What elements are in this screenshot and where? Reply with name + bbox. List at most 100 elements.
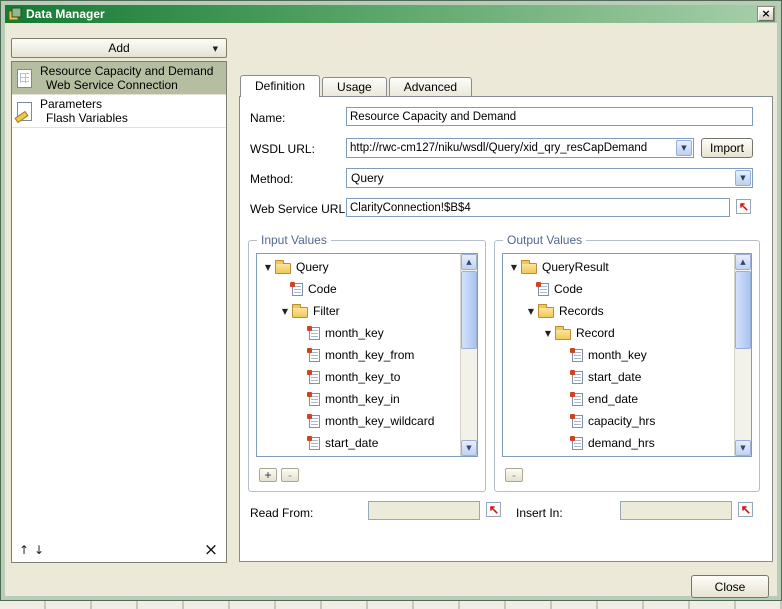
tree-item-label: month_key_wildcard	[325, 414, 434, 428]
add-dropdown-arrow-icon: ▼	[213, 45, 218, 53]
field-icon	[309, 393, 320, 406]
dialog-body: Add ▼ Resource Capacity and DemandWeb Se…	[5, 23, 777, 596]
import-button[interactable]: Import	[701, 138, 753, 158]
tree-item-Records[interactable]: ▼ Records	[503, 300, 734, 322]
titlebar[interactable]: Data Manager ×	[5, 5, 777, 23]
output-values-title: Output Values	[503, 233, 586, 247]
read-from-label: Read From:	[250, 506, 313, 520]
tree-item-Record[interactable]: ▼ Record	[503, 322, 734, 344]
field-icon	[292, 283, 303, 296]
tree-item-start_date[interactable]: start_date	[257, 432, 460, 454]
field-icon	[309, 371, 320, 384]
folder-icon	[538, 307, 554, 318]
tree-item-Code[interactable]: Code	[503, 278, 734, 300]
scroll-up-icon[interactable]: ▲	[735, 254, 751, 270]
data-source-list: Resource Capacity and DemandWeb Service …	[11, 61, 227, 563]
tree-item-month_key_to[interactable]: month_key_to	[257, 366, 460, 388]
tree-item-label: end_date	[588, 392, 638, 406]
tree-item-month_key[interactable]: month_key	[257, 322, 460, 344]
tree-item-month_key[interactable]: month_key	[503, 344, 734, 366]
data-source-icon	[16, 101, 34, 122]
add-input-value-button[interactable]: +	[259, 468, 277, 482]
input-values-group: Input Values ▼QueryCode▼Filtermonth_keym…	[248, 240, 486, 492]
app-icon	[8, 7, 22, 21]
tree-item-demand_hrs[interactable]: demand_hrs	[503, 432, 734, 454]
name-label: Name:	[250, 111, 285, 125]
web-service-url-input[interactable]	[346, 198, 730, 217]
insert-in-cell-picker-icon[interactable]	[738, 502, 753, 517]
collapse-arrow-icon[interactable]: ▼	[541, 329, 555, 338]
remove-output-value-button[interactable]: -	[505, 468, 523, 482]
insert-in-input[interactable]	[620, 501, 732, 520]
folder-icon	[292, 307, 308, 318]
collapse-arrow-icon[interactable]: ▼	[507, 263, 521, 272]
data-source-text: ParametersFlash Variables	[40, 97, 128, 125]
input-tree-scrollbar[interactable]: ▲ ▼	[460, 254, 477, 456]
wsdl-url-label: WSDL URL:	[250, 142, 315, 156]
field-icon	[572, 437, 583, 450]
scroll-up-icon[interactable]: ▲	[461, 254, 477, 270]
data-manager-window: Data Manager × Add ▼ Resource Capacity a…	[0, 0, 782, 601]
field-icon	[572, 393, 583, 406]
tree-item-label: Record	[576, 326, 615, 340]
move-down-button[interactable]: ↓	[32, 543, 46, 558]
name-input[interactable]	[346, 107, 753, 126]
collapse-arrow-icon[interactable]: ▼	[278, 307, 292, 316]
tree-item-start_date[interactable]: start_date	[503, 366, 734, 388]
tree-item-label: QueryResult	[542, 260, 609, 274]
tab-advanced[interactable]: Advanced	[389, 77, 472, 96]
web-service-url-cell-picker-icon[interactable]	[736, 199, 751, 214]
field-icon	[572, 349, 583, 362]
collapse-arrow-icon[interactable]: ▼	[524, 307, 538, 316]
scroll-down-icon[interactable]: ▼	[461, 440, 477, 456]
close-button[interactable]: Close	[691, 575, 769, 598]
tab-definition[interactable]: Definition	[240, 75, 320, 97]
tab-usage[interactable]: Usage	[322, 77, 387, 96]
remove-input-value-button[interactable]: -	[281, 468, 299, 482]
tree-item-end_date[interactable]: end_date	[503, 388, 734, 410]
output-values-group: Output Values ▼QueryResultCode▼Records▼R…	[494, 240, 760, 492]
wsdl-dropdown-arrow-icon[interactable]: ▼	[676, 140, 692, 156]
delete-item-button[interactable]: ×	[203, 543, 219, 559]
tree-item-Query[interactable]: ▼ Query	[257, 256, 460, 278]
data-source-item[interactable]: ParametersFlash Variables	[12, 95, 226, 128]
insert-in-label: Insert In:	[516, 506, 563, 520]
read-from-cell-picker-icon[interactable]	[486, 502, 501, 517]
output-tree-scrollbar[interactable]: ▲ ▼	[734, 254, 751, 456]
collapse-arrow-icon[interactable]: ▼	[261, 263, 275, 272]
tree-item-month_key_in[interactable]: month_key_in	[257, 388, 460, 410]
tree-item-label: month_key_in	[325, 392, 400, 406]
tab-bar: DefinitionUsageAdvanced	[240, 74, 472, 96]
input-values-title: Input Values	[257, 233, 331, 247]
scrollbar-thumb[interactable]	[461, 271, 477, 349]
method-select[interactable]: Query ▼	[346, 168, 753, 188]
data-source-item[interactable]: Resource Capacity and DemandWeb Service …	[12, 62, 226, 95]
window-title: Data Manager	[26, 7, 105, 21]
read-from-input[interactable]	[368, 501, 480, 520]
tree-item-label: Filter	[313, 304, 340, 318]
tree-item-Code[interactable]: Code	[257, 278, 460, 300]
tree-item-label: Records	[559, 304, 604, 318]
wsdl-url-combobox[interactable]: ▼	[346, 138, 694, 158]
tree-item-label: capacity_hrs	[588, 414, 655, 428]
tree-item-capacity_hrs[interactable]: capacity_hrs	[503, 410, 734, 432]
input-values-tree: ▼ Query Code ▼ Filter month_key month_key_from…	[256, 253, 478, 457]
move-up-button[interactable]: ↑	[17, 543, 31, 558]
tree-item-label: month_key	[325, 326, 384, 340]
window-close-button[interactable]: ×	[758, 7, 774, 21]
field-icon	[538, 283, 549, 296]
tree-item-month_key_from[interactable]: month_key_from	[257, 344, 460, 366]
data-source-title: Parameters	[40, 97, 128, 111]
wsdl-url-input[interactable]	[347, 139, 675, 157]
field-icon	[309, 437, 320, 450]
method-selected-value: Query	[351, 171, 384, 186]
tree-item-Filter[interactable]: ▼ Filter	[257, 300, 460, 322]
tree-item-month_key_wildcard[interactable]: month_key_wildcard	[257, 410, 460, 432]
add-button[interactable]: Add ▼	[11, 38, 227, 58]
method-dropdown-arrow-icon[interactable]: ▼	[735, 170, 751, 186]
tree-item-label: demand_hrs	[588, 436, 655, 450]
tree-item-QueryResult[interactable]: ▼ QueryResult	[503, 256, 734, 278]
scroll-down-icon[interactable]: ▼	[735, 440, 751, 456]
tree-item-label: Query	[296, 260, 329, 274]
scrollbar-thumb[interactable]	[735, 271, 751, 349]
